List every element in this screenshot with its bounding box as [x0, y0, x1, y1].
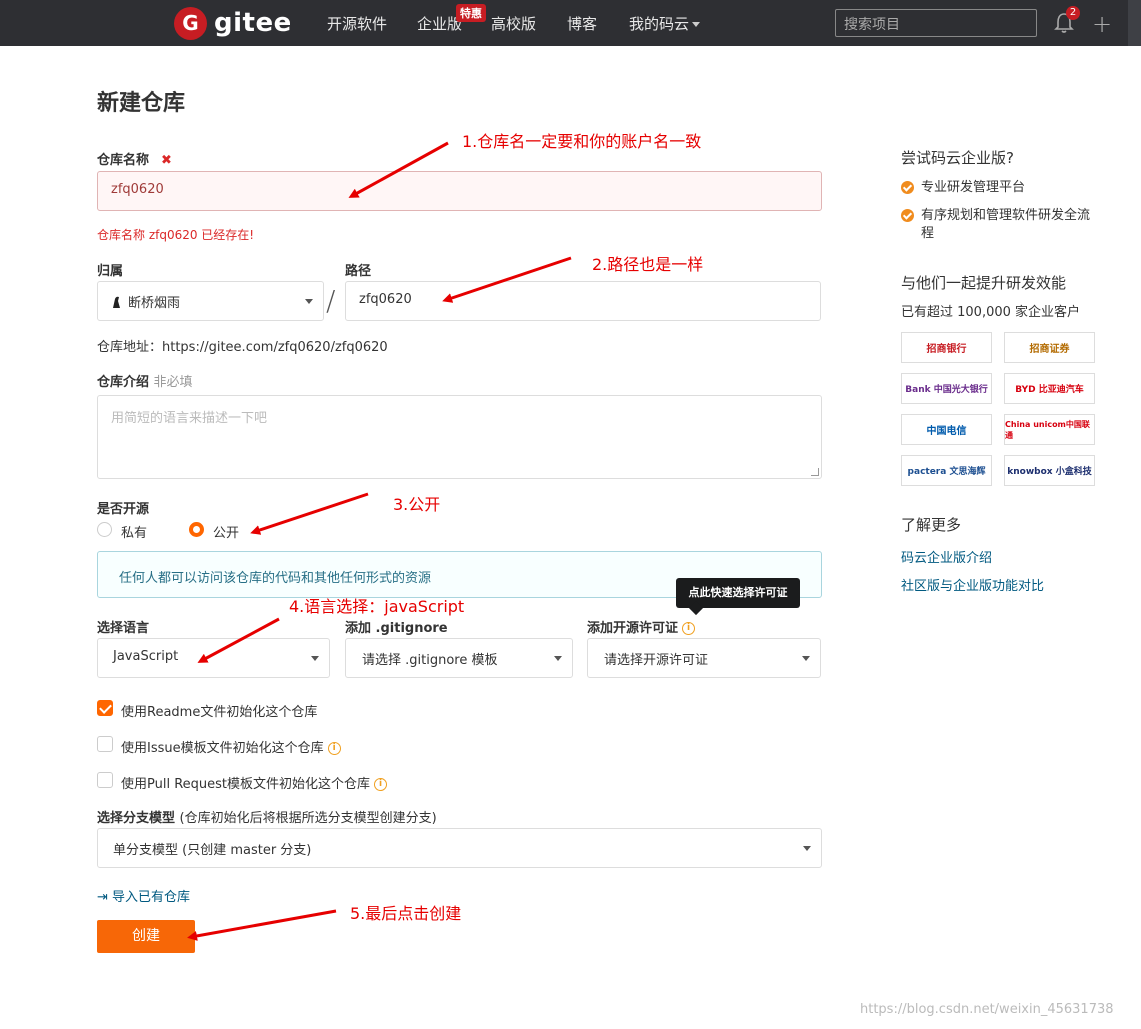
path-label: 路径 — [345, 264, 372, 279]
license-select[interactable]: 请选择开源许可证 — [587, 638, 821, 678]
error-x-icon: ✖ — [161, 153, 172, 168]
license-label: 添加开源许可证 i — [587, 617, 696, 636]
annotation-1: 1.仓库名一定要和你的账户名一致 — [462, 132, 702, 151]
pr-template-checkbox[interactable] — [97, 772, 113, 788]
top-nav: G gitee 开源软件 企业版 特惠 高校版 博客 我的码云 搜索项目 2 + — [0, 0, 1141, 46]
gitee-logo-icon: G — [174, 6, 207, 40]
logo-unicom: China unicom中国联通 — [1004, 414, 1095, 445]
private-radio[interactable] — [97, 522, 112, 537]
public-radio[interactable] — [189, 522, 204, 537]
branch-model-select[interactable]: 单分支模型 (只创建 master 分支) — [97, 828, 822, 868]
annotation-3: 3.公开 — [393, 495, 441, 514]
customer-count: 已有超过 100,000 家企业客户 — [901, 305, 1081, 320]
repo-name-input[interactable]: zfq0620 — [97, 171, 822, 211]
logo-cmb: 招商银行 — [901, 332, 992, 363]
gitignore-select[interactable]: 请选择 .gitignore 模板 — [345, 638, 573, 678]
language-label: 选择语言 — [97, 621, 150, 636]
enterprise-intro-link[interactable]: 码云企业版介绍 — [901, 547, 992, 566]
nav-open-source[interactable]: 开源软件 — [327, 13, 387, 34]
annotation-4: 4.语言选择：javaScript — [289, 597, 465, 616]
repo-name-error: 仓库名称 zfq0620 已经存在! — [97, 228, 255, 242]
check-circle-icon — [901, 181, 914, 194]
chevron-down-icon — [554, 656, 562, 661]
watermark: https://blog.csdn.net/weixin_45631738 — [860, 1002, 1114, 1017]
nav-university[interactable]: 高校版 — [491, 13, 536, 34]
info-icon[interactable]: i — [682, 622, 696, 635]
owner-select[interactable]: 断桥烟雨 — [97, 281, 324, 321]
logo-byd: BYD 比亚迪汽车 — [1004, 373, 1095, 404]
annotation-5: 5.最后点击创建 — [350, 904, 462, 923]
import-icon: ⇥ — [97, 890, 108, 905]
arrow-3 — [250, 492, 369, 535]
sidebar-together-title: 与他们一起提升研发效能 — [901, 274, 1067, 292]
gitee-logo[interactable]: G gitee — [174, 6, 292, 40]
arrow-5 — [187, 909, 337, 941]
owner-label: 归属 — [97, 264, 124, 279]
readme-label: 使用Readme文件初始化这个仓库 — [121, 705, 318, 720]
plus-icon[interactable]: + — [1092, 10, 1112, 38]
logo-text: gitee — [214, 8, 292, 38]
readme-checkbox[interactable] — [97, 700, 113, 716]
info-icon[interactable]: i — [374, 778, 388, 791]
pr-template-label: 使用Pull Request模板文件初始化这个仓库 i — [121, 773, 388, 792]
user-avatar-icon — [113, 296, 120, 308]
promo-badge: 特惠 — [456, 4, 486, 22]
chevron-down-icon — [802, 656, 810, 661]
license-tooltip: 点此快速选择许可证 — [676, 578, 800, 608]
check-circle-icon — [901, 209, 914, 222]
logo-pactera: pactera 文思海辉 — [901, 455, 992, 486]
desc-textarea[interactable]: 用简短的语言来描述一下吧 — [97, 395, 822, 479]
repo-url: 仓库地址：https://gitee.com/zfq0620/zfq0620 — [97, 340, 388, 355]
nav-edge — [1128, 0, 1141, 46]
import-repo-link[interactable]: ⇥ 导入已有仓库 — [97, 886, 190, 905]
chevron-down-icon — [305, 299, 313, 304]
learn-more-title: 了解更多 — [901, 516, 962, 534]
annotation-2: 2.路径也是一样 — [592, 255, 704, 274]
issue-template-checkbox[interactable] — [97, 736, 113, 752]
resize-handle[interactable] — [811, 468, 819, 476]
open-source-label: 是否开源 — [97, 502, 150, 517]
issue-template-label: 使用Issue模板文件初始化这个仓库 i — [121, 737, 341, 756]
branch-model-label: 选择分支模型 (仓库初始化后将根据所选分支模型创建分支) — [97, 811, 437, 826]
path-input[interactable]: zfq0620 — [345, 281, 821, 321]
logo-telecom: 中国电信 — [901, 414, 992, 445]
language-select[interactable]: JavaScript — [97, 638, 330, 678]
nav-my-gitee[interactable]: 我的码云 — [629, 13, 701, 34]
path-separator: / — [326, 284, 336, 317]
private-label: 私有 — [121, 526, 148, 541]
chevron-down-icon — [803, 846, 811, 851]
nav-blog[interactable]: 博客 — [567, 13, 597, 34]
repo-name-label: 仓库名称 ✖ — [97, 153, 172, 168]
logo-cms: 招商证券 — [1004, 332, 1095, 363]
info-icon[interactable]: i — [327, 742, 341, 755]
create-button[interactable]: 创建 — [97, 920, 195, 953]
chevron-down-icon — [311, 656, 319, 661]
page-title: 新建仓库 — [97, 91, 186, 116]
feature-2: 有序规划和管理软件研发全流程 — [921, 208, 1091, 241]
desc-label: 仓库介绍 非必填 — [97, 375, 193, 390]
logo-ceb: Bank 中国光大银行 — [901, 373, 992, 404]
search-input[interactable]: 搜索项目 — [835, 9, 1037, 37]
chevron-down-icon — [692, 22, 701, 27]
sidebar-try-title: 尝试码云企业版? — [901, 149, 1014, 167]
notification-count: 2 — [1066, 6, 1080, 20]
public-label: 公开 — [213, 526, 240, 541]
logo-knowbox: knowbox 小盒科技 — [1004, 455, 1095, 486]
compare-link[interactable]: 社区版与企业版功能对比 — [901, 575, 1044, 594]
gitignore-label: 添加 .gitignore — [345, 621, 448, 636]
feature-1: 专业研发管理平台 — [921, 180, 1026, 195]
